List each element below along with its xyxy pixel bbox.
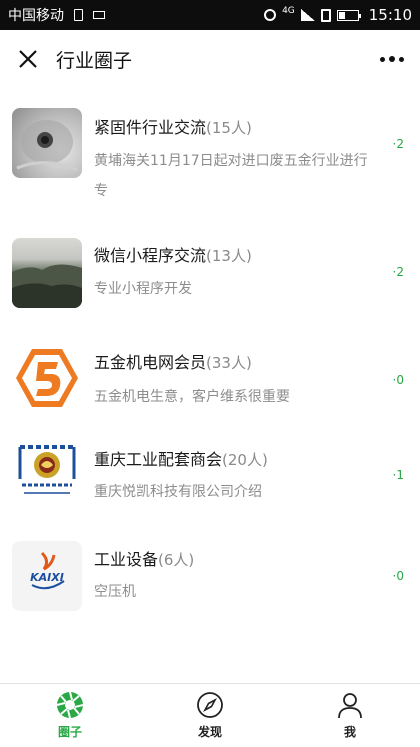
person-icon (338, 693, 362, 719)
circle-name: 重庆工业配套商会 (94, 450, 223, 469)
chamber-emblem-thumbnail (12, 439, 82, 509)
chamber-emblem-icon (18, 445, 76, 494)
sim-card-icon (320, 8, 331, 22)
aperture-icon (56, 691, 84, 719)
unread-badge: ·0 (392, 373, 404, 387)
landscape-thumbnail (12, 238, 82, 308)
circle-item[interactable]: 微信小程序交流(13人) 专业小程序开发 ·2 (0, 208, 420, 323)
tab-discover[interactable]: 发现 (140, 684, 280, 747)
tab-circles[interactable]: 圈子 (0, 684, 140, 747)
unread-badge: ·2 (392, 137, 404, 151)
more-dot-icon (399, 56, 404, 62)
unread-badge: ·2 (392, 265, 404, 279)
battery-icon (336, 9, 361, 21)
member-count: (33人) (206, 354, 252, 372)
tab-label: 发现 (197, 725, 222, 739)
circle-description: 重庆悦凯科技有限公司介绍 (94, 484, 262, 500)
circle-item[interactable]: KAIXI 工业设备(6人) 空压机 ·0 (0, 522, 420, 623)
landscape-image (12, 264, 82, 308)
alarm-icon (264, 9, 277, 21)
signal-icon (300, 9, 315, 21)
kaixi-logo-icon: KAIXI (30, 551, 65, 590)
network-type: 4G (282, 5, 295, 16)
circle-name: 紧固件行业交流 (94, 118, 207, 137)
close-icon (19, 50, 37, 68)
compass-icon (197, 692, 223, 718)
circle-item[interactable]: 紧固件行业交流(15人) 黄埔海关11月17日起对进口废五金行业进行专 ·2 (0, 88, 420, 208)
circle-description: 专业小程序开发 (94, 281, 192, 297)
sim-indicator-icon (74, 9, 83, 21)
tab-label: 我 (343, 725, 356, 739)
circle-title: 重庆工业配套商会(20人) (94, 446, 268, 470)
circle-item[interactable]: 重庆工业配套商会(20人) 重庆悦凯科技有限公司介绍 ·1 (0, 421, 420, 522)
member-count: (20人) (222, 451, 268, 469)
more-button[interactable] (364, 30, 420, 88)
circle-title: 工业设备(6人) (94, 546, 194, 570)
kaixi-logo-text: KAIXI (30, 571, 64, 584)
circle-description: 空压机 (94, 584, 136, 600)
circle-name: 工业设备 (94, 550, 159, 569)
member-count: (6人) (158, 551, 195, 569)
circle-description: 黄埔海关11月17日起对进口废五金行业进行专 (94, 153, 368, 199)
tab-label: 圈子 (57, 725, 82, 739)
unread-badge: ·1 (392, 468, 404, 482)
circle-title: 微信小程序交流(13人) (94, 242, 252, 266)
circle-item[interactable]: 五金机电网会员(33人) 五金机电生意，客户维系很重要 ·0 (0, 323, 420, 421)
member-count: (13人) (206, 247, 252, 265)
status-bar: 中国移动 4G 15:10 (0, 0, 420, 30)
tab-bar: 圈子 发现 我 (0, 683, 420, 747)
close-button[interactable] (0, 30, 56, 88)
logo-5-thumbnail (12, 343, 82, 413)
number-5-logo-icon (16, 349, 78, 407)
circle-name: 五金机电网会员 (94, 353, 207, 372)
fastener-thumbnail (12, 108, 82, 178)
circle-description: 五金机电生意，客户维系很重要 (94, 389, 290, 405)
circle-list: 紧固件行业交流(15人) 黄埔海关11月17日起对进口废五金行业进行专 ·2 微… (0, 88, 420, 623)
tab-me[interactable]: 我 (280, 684, 420, 747)
kaixi-logo-thumbnail: KAIXI (12, 541, 82, 611)
nav-bar: 行业圈子 (0, 30, 420, 88)
more-dot-icon (389, 56, 395, 62)
member-count: (15人) (206, 119, 252, 137)
circle-name: 微信小程序交流 (94, 246, 207, 265)
circle-title: 紧固件行业交流(15人) (94, 114, 252, 138)
circle-title: 五金机电网会员(33人) (94, 349, 252, 373)
unread-badge: ·0 (392, 569, 404, 583)
more-dot-icon (380, 56, 385, 62)
fastener-image (16, 120, 78, 172)
keyboard-icon (93, 11, 105, 19)
page-title: 行业圈子 (56, 49, 133, 72)
clock: 15:10 (368, 6, 412, 24)
carrier-label: 中国移动 (8, 8, 64, 24)
